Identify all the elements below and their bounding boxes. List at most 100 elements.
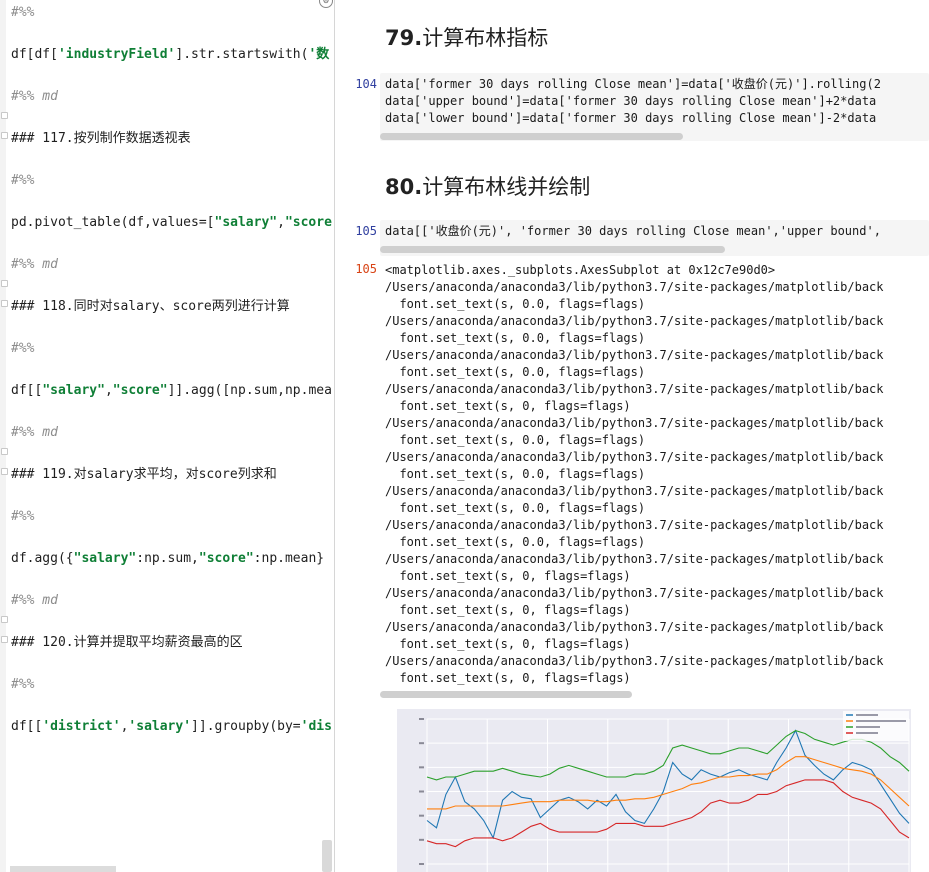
code-token: df.agg({ [11, 551, 74, 566]
markdown-heading: ### 118.同时对salary、score两列进行计算 [11, 299, 290, 314]
string-literal: "salary" [73, 551, 137, 566]
settings-icon[interactable]: ⚙ [319, 0, 333, 8]
warning-path-line: /Users/anaconda/anaconda3/lib/python3.7/… [385, 620, 884, 634]
code-line: data['upper bound']=data['former 30 days… [385, 94, 877, 108]
fold-marker-icon[interactable] [1, 132, 8, 139]
heading-text: 计算布林指标 [422, 26, 549, 50]
warning-code-line: font.set_text(s, 0, flags=flags) [385, 399, 631, 413]
input-prompt: 105 [355, 224, 377, 238]
legend-label-blur [856, 714, 878, 716]
fold-marker-icon[interactable] [1, 468, 8, 475]
warning-path-line: /Users/anaconda/anaconda3/lib/python3.7/… [385, 586, 884, 600]
fold-marker-icon[interactable] [1, 636, 8, 643]
cell-horizontal-scrollbar[interactable] [380, 133, 683, 140]
string-literal: "score" [198, 551, 254, 566]
plot-background [397, 709, 911, 872]
heading-text: 计算布林线并绘制 [422, 175, 591, 199]
legend-label-blur [856, 732, 878, 734]
code-token: df[[ [11, 719, 43, 734]
warning-code-line: font.set_text(s, 0.0, flags=flags) [385, 467, 646, 481]
fold-marker-icon[interactable] [1, 300, 8, 307]
cell-marker: #%% [11, 341, 35, 356]
bollinger-plot [397, 709, 911, 872]
code-token: :np.mean} [253, 551, 325, 566]
plot-legend [843, 711, 909, 741]
code-cell-104[interactable]: data['former 30 days rolling Close mean'… [380, 73, 929, 141]
plot-svg [397, 709, 911, 872]
cell-horizontal-scrollbar[interactable] [380, 246, 725, 253]
code-token: ]].groupby(by= [191, 719, 301, 734]
source-editor[interactable]: #%% df[df['industryField'].str.startswith… [0, 0, 334, 872]
warning-code-line: font.set_text(s, 0, flags=flags) [385, 569, 631, 583]
heading-number: 80. [385, 175, 423, 199]
output-prompt: 105 [355, 262, 377, 276]
code-line: df[df['industryField'].str.startswith('数 [11, 46, 329, 63]
fold-marker-icon[interactable] [1, 112, 8, 119]
heading-number: 79. [385, 26, 423, 50]
y-tick-label-blur [419, 790, 424, 793]
code-line: df[["salary","score"]].agg([np.sum,np.me… [11, 382, 332, 399]
warning-path-line: /Users/anaconda/anaconda3/lib/python3.7/… [385, 382, 884, 396]
warning-code-line: font.set_text(s, 0, flags=flags) [385, 603, 631, 617]
legend-label-blur [856, 720, 906, 722]
fold-marker-icon[interactable] [1, 616, 8, 623]
warning-code-line: font.set_text(s, 0.0, flags=flags) [385, 433, 646, 447]
warning-code-line: font.set_text(s, 0.0, flags=flags) [385, 365, 646, 379]
warning-path-line: /Users/anaconda/anaconda3/lib/python3.7/… [385, 280, 884, 294]
warning-path-line: /Users/anaconda/anaconda3/lib/python3.7/… [385, 348, 884, 362]
cell-marker: #%% [11, 5, 35, 20]
y-tick-label-blur [419, 838, 424, 841]
heading-80: 80.计算布林线并绘制 [385, 171, 590, 201]
fold-marker-icon[interactable] [1, 280, 8, 287]
y-tick-label-blur [419, 718, 424, 720]
warning-path-line: /Users/anaconda/anaconda3/lib/python3.7/… [385, 416, 884, 430]
output-repr: <matplotlib.axes._subplots.AxesSubplot a… [385, 263, 776, 277]
cell-marker: #%% md [11, 89, 58, 104]
cell-marker: #%% [11, 173, 35, 188]
warning-code-line: font.set_text(s, 0, flags=flags) [385, 637, 631, 651]
cell-marker: #%% md [11, 593, 58, 608]
horizontal-scrollbar[interactable] [10, 866, 116, 872]
warning-code-line: font.set_text(s, 0.0, flags=flags) [385, 501, 646, 515]
code-line: data['lower bound']=data['former 30 days… [385, 111, 877, 125]
code-token: df[[ [11, 383, 43, 398]
string-literal: 'dis [300, 719, 332, 734]
code-line: data['former 30 days rolling Close mean'… [385, 77, 881, 91]
cell-marker: #%% [11, 677, 35, 692]
cell-marker: #%% [11, 509, 35, 524]
string-literal: '数 [308, 47, 330, 62]
heading-79: 79.计算布林指标 [385, 22, 548, 52]
warning-path-line: /Users/anaconda/anaconda3/lib/python3.7/… [385, 552, 884, 566]
warning-code-line: font.set_text(s, 0.0, flags=flags) [385, 331, 646, 345]
vertical-scrollbar[interactable] [322, 840, 332, 872]
y-tick-label-blur [419, 814, 424, 817]
legend-label-blur [856, 726, 880, 728]
input-prompt: 104 [355, 77, 377, 91]
string-literal: 'industryField' [57, 47, 176, 62]
code-token: ].str.startswith( [175, 47, 309, 62]
code-line: data[['收盘价(元)', 'former 30 days rolling … [385, 224, 881, 238]
cell-marker: #%% md [11, 425, 58, 440]
code-token: , [277, 215, 285, 230]
warning-code-line: font.set_text(s, 0, flags=flags) [385, 671, 631, 685]
markdown-heading: ### 120.计算并提取平均薪资最高的区 [11, 635, 243, 650]
string-literal: "salary" [214, 215, 278, 230]
editor-gutter [0, 0, 6, 872]
string-literal: 'district' [42, 719, 121, 734]
y-tick-label-blur [419, 766, 424, 769]
fold-marker-icon[interactable] [1, 448, 8, 455]
code-line: df.agg({"salary":np.sum,"score":np.mean} [11, 550, 324, 567]
code-line: df[['district','salary']].groupby(by='di… [11, 718, 332, 735]
string-literal: "score [284, 215, 332, 230]
notebook-preview: 79.计算布林指标 104 data['former 30 days rolli… [335, 0, 929, 872]
code-token: ]].agg([np.sum,np.mea [167, 383, 332, 398]
output-horizontal-scrollbar[interactable] [380, 691, 632, 698]
code-token: , [104, 383, 113, 398]
string-literal: 'salary' [128, 719, 192, 734]
code-line: pd.pivot_table(df,values=["salary","scor… [11, 214, 332, 231]
code-token: pd.pivot_table(df,values=[ [11, 215, 215, 230]
markdown-heading: ### 119.对salary求平均，对score列求和 [11, 467, 277, 482]
y-tick-label-blur [419, 742, 424, 745]
y-tick-label-blur [419, 863, 424, 865]
markdown-heading: ### 117.按列制作数据透视表 [11, 131, 191, 146]
